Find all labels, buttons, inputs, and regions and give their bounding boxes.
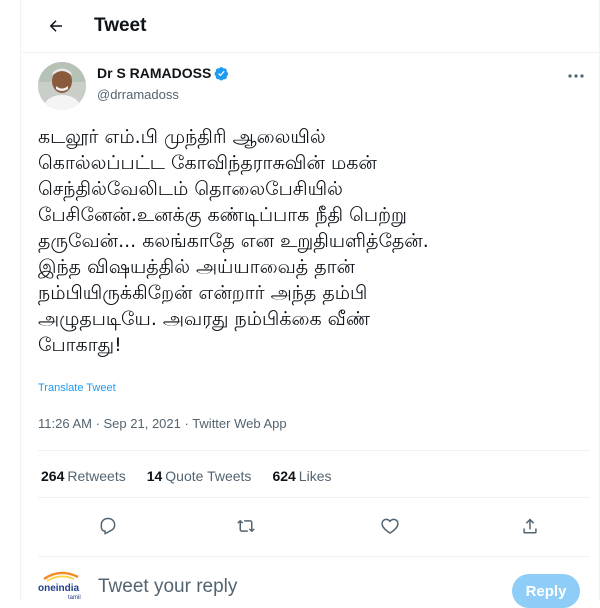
more-options-button[interactable] xyxy=(562,66,590,86)
page-title: Tweet xyxy=(94,15,147,36)
retweets-count: 264 xyxy=(41,468,65,484)
watermark-text: oneindia xyxy=(38,583,80,594)
share-icon xyxy=(523,518,537,534)
quotes-label: Quote Tweets xyxy=(165,468,252,484)
retweet-button[interactable] xyxy=(226,506,266,546)
share-button[interactable] xyxy=(510,506,550,546)
avatar-photo xyxy=(38,62,86,110)
reply-button[interactable] xyxy=(88,506,128,546)
retweets-label: Retweets xyxy=(67,468,126,484)
reply-submit-button[interactable]: Reply xyxy=(512,574,580,608)
back-button[interactable] xyxy=(39,9,73,43)
retweet-icon xyxy=(237,519,255,533)
tweet-source[interactable]: Twitter Web App xyxy=(192,416,286,431)
reply-icon xyxy=(100,517,116,535)
quotes-count: 14 xyxy=(146,468,163,484)
retweets-stat[interactable]: 264 Retweets xyxy=(41,468,126,484)
reply-avatar: oneindia tamil xyxy=(38,566,88,600)
author-handle[interactable]: @drramadoss xyxy=(97,87,179,102)
likes-label: Likes xyxy=(298,468,332,484)
more-horizontal-icon xyxy=(568,74,584,78)
arrow-left-icon xyxy=(49,20,62,32)
verified-badge-icon xyxy=(214,66,229,80)
likes-stat[interactable]: 624 Likes xyxy=(272,468,331,484)
quote-tweets-stat[interactable]: 14 Quote Tweets xyxy=(147,468,252,484)
tweet-header: Tweet xyxy=(20,0,599,53)
tweet-stats: 264 Retweets 14 Quote Tweets 624 Likes xyxy=(41,468,352,484)
tweet-text: கடலூர் எம்.பி முந்திரி ஆலையில் கொல்லப்பட… xyxy=(38,126,429,356)
divider xyxy=(38,450,590,451)
like-button[interactable] xyxy=(370,506,410,546)
reply-composer: oneindia tamil Reply xyxy=(38,566,590,608)
tweet-timestamp: 11:26 AM · Sep 21, 2021 · Twitter Web Ap… xyxy=(38,416,287,431)
divider xyxy=(38,556,590,557)
tweet-actions xyxy=(38,506,590,546)
avatar[interactable] xyxy=(38,62,86,110)
tweet-time[interactable]: 11:26 AM · Sep 21, 2021 · xyxy=(38,416,192,431)
like-icon xyxy=(381,518,399,534)
likes-count: 624 xyxy=(272,468,296,484)
divider xyxy=(38,497,590,498)
translate-tweet-link[interactable]: Translate Tweet xyxy=(38,382,116,394)
author-name[interactable]: Dr S RAMADOSS xyxy=(97,65,211,81)
left-rail xyxy=(0,0,21,600)
watermark-subtext: tamil xyxy=(68,595,81,600)
author-block: Dr S RAMADOSS @drramadoss xyxy=(38,62,590,112)
reply-input[interactable] xyxy=(98,576,398,598)
watermark-logo-icon: oneindia tamil xyxy=(38,571,81,600)
